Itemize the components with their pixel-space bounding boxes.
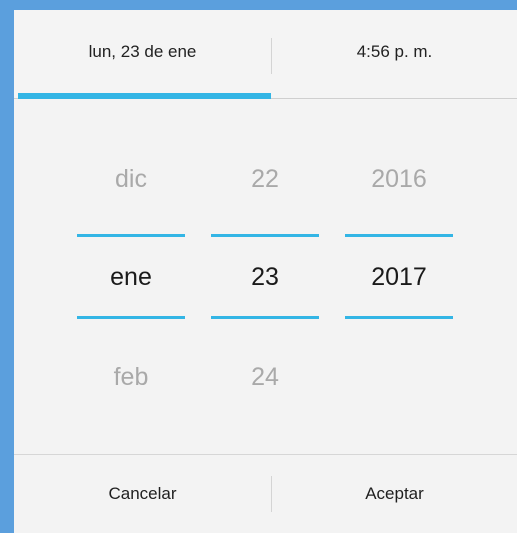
month-selection-line-top — [77, 234, 185, 237]
screenshot-frame: lun, 23 de ene 4:56 p. m. dic ene feb 22… — [0, 0, 517, 533]
tab-time-label: 4:56 p. m. — [356, 42, 433, 61]
window-top-border — [0, 0, 517, 10]
day-picker[interactable]: 22 23 24 — [211, 140, 319, 420]
day-selection-line-top — [211, 234, 319, 237]
accept-button[interactable]: Aceptar — [272, 455, 517, 533]
month-selection-line-bottom — [77, 316, 185, 319]
selected-tab-indicator — [18, 93, 271, 99]
year-selection-line-top — [345, 234, 453, 237]
day-previous[interactable]: 22 — [211, 165, 319, 194]
cancel-button-label: Cancelar — [108, 484, 177, 503]
year-picker[interactable]: 2016 2017 — [345, 140, 453, 420]
tab-bar: lun, 23 de ene 4:56 p. m. — [14, 10, 517, 100]
month-previous[interactable]: dic — [77, 165, 185, 194]
date-time-picker-dialog: lun, 23 de ene 4:56 p. m. dic ene feb 22… — [14, 10, 517, 533]
tab-date[interactable]: lun, 23 de ene — [14, 10, 271, 94]
year-current[interactable]: 2017 — [345, 263, 453, 292]
accept-button-label: Aceptar — [365, 484, 424, 503]
month-picker[interactable]: dic ene feb — [77, 140, 185, 420]
cancel-button[interactable]: Cancelar — [14, 455, 271, 533]
tab-time[interactable]: 4:56 p. m. — [272, 10, 517, 94]
tab-date-label: lun, 23 de ene — [88, 42, 197, 61]
month-current[interactable]: ene — [77, 263, 185, 292]
day-current[interactable]: 23 — [211, 263, 319, 292]
year-previous[interactable]: 2016 — [345, 165, 453, 194]
month-next[interactable]: feb — [77, 363, 185, 392]
year-selection-line-bottom — [345, 316, 453, 319]
window-left-border — [0, 0, 14, 533]
day-next[interactable]: 24 — [211, 363, 319, 392]
day-selection-line-bottom — [211, 316, 319, 319]
